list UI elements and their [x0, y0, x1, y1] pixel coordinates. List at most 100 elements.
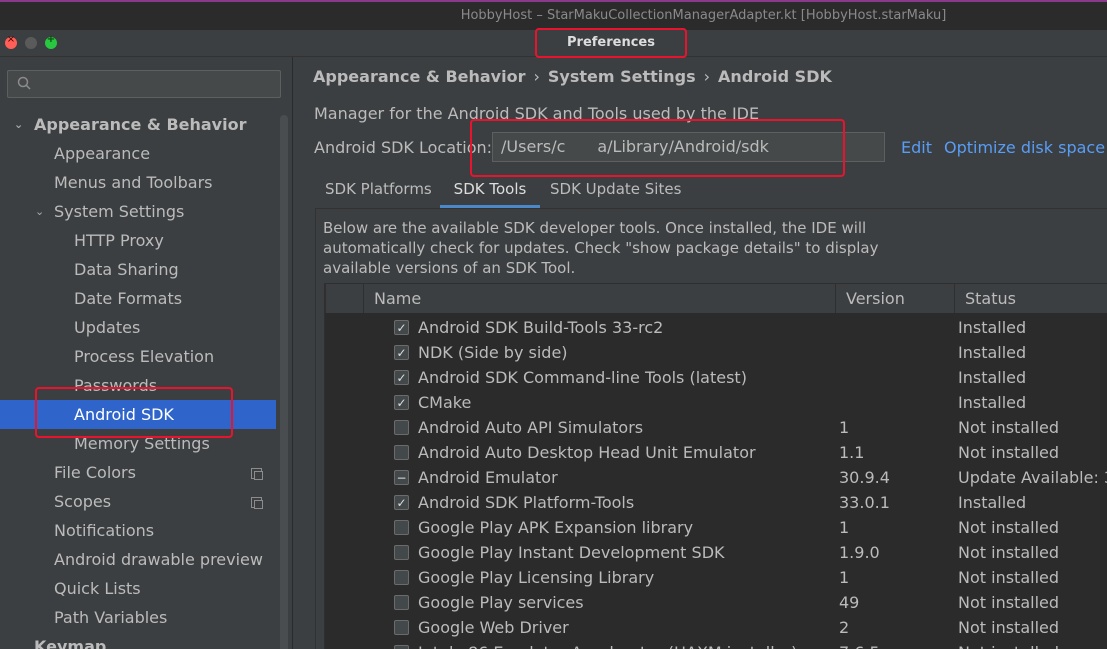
row-status: Not installed — [958, 443, 1060, 462]
column-header-version[interactable]: Version — [835, 284, 954, 313]
table-row[interactable]: − Android Emulator 30.9.4 Update Available:… — [325, 465, 1107, 490]
table-row[interactable]: ✓ CMake Installed — [325, 390, 1107, 415]
sdk-tools-intro: Below are the available SDK developer to… — [323, 219, 879, 277]
checkmark-icon[interactable]: ✓ — [394, 395, 409, 410]
search-input[interactable] — [7, 70, 281, 98]
sidebar-scrollbar[interactable] — [280, 115, 288, 649]
row-name: Android Auto Desktop Head Unit Emulator — [418, 443, 756, 462]
row-version: 30.9.4 — [839, 468, 890, 487]
main-panel: Appearance & Behavior › System Settings › An… — [293, 57, 1107, 649]
row-name: Google Play Instant Development SDK — [418, 543, 725, 562]
table-row[interactable]: Google Play Licensing Library 1 Not instal… — [325, 565, 1107, 590]
row-name: Android SDK Platform-Tools — [418, 493, 635, 512]
sdk-location-field[interactable]: /Users/c a/Library/Android/sdk — [492, 132, 885, 162]
sidebar-item-keymap[interactable]: Keymap — [0, 632, 276, 649]
sidebar-item-http-proxy[interactable]: HTTP Proxy — [0, 226, 276, 255]
checkbox[interactable] — [394, 620, 409, 635]
sidebar-item-android-sdk[interactable]: Android SDK — [0, 400, 276, 429]
copy-icon — [251, 497, 263, 509]
dialog-titlebar: × + Preferences — [0, 30, 1107, 57]
row-status: Installed — [958, 393, 1027, 412]
column-header-select[interactable] — [325, 284, 363, 313]
checkmark-icon[interactable]: ✓ — [394, 345, 409, 360]
sidebar-item-android-drawable-preview[interactable]: Android drawable preview — [0, 545, 276, 574]
checkmark-icon[interactable]: ✓ — [394, 320, 409, 335]
row-name: Google Play Licensing Library — [418, 568, 655, 587]
table-row[interactable]: Google Play APK Expansion library 1 Not in… — [325, 515, 1107, 540]
column-header-name[interactable]: Name — [363, 284, 835, 313]
page-description: Manager for the Android SDK and Tools us… — [314, 104, 760, 123]
search-icon — [17, 76, 31, 90]
breadcrumb-item: System Settings — [547, 67, 696, 86]
checkbox[interactable] — [394, 570, 409, 585]
sidebar-item-system-settings[interactable]: ⌄ System Settings — [0, 197, 276, 226]
row-status: Not installed — [958, 418, 1060, 437]
row-version: 1 — [839, 568, 850, 587]
sidebar-item-data-sharing[interactable]: Data Sharing — [0, 255, 276, 284]
sidebar-item-file-colors[interactable]: File Colors — [0, 458, 276, 487]
checkbox[interactable] — [394, 545, 409, 560]
checkmark-icon[interactable]: ✓ — [394, 495, 409, 510]
edit-link[interactable]: Edit — [901, 138, 932, 157]
table-row[interactable]: Google Play services 49 Not installed — [325, 590, 1107, 615]
column-header-status[interactable]: Status — [954, 284, 1107, 313]
optimize-disk-space-link[interactable]: Optimize disk space — [944, 138, 1105, 157]
row-name: Intel x86 Emulator Accelerator (HAXM ins… — [418, 640, 797, 649]
checkmark-icon[interactable]: ✓ — [394, 370, 409, 385]
table-row[interactable]: ✓ NDK (Side by side) Installed — [325, 340, 1107, 365]
sidebar-item-memory-settings[interactable]: Memory Settings — [0, 429, 276, 458]
checkbox[interactable] — [394, 445, 409, 460]
dialog-title: Preferences — [567, 35, 655, 50]
row-version: 1 — [839, 418, 850, 437]
ide-window-title: HobbyHost – StarMakuCollectionManagerAda… — [460, 8, 947, 23]
chevron-down-icon[interactable]: ⌄ — [14, 110, 23, 139]
table-row[interactable]: Intel x86 Emulator Accelerator (HAXM ins… — [325, 640, 1107, 649]
row-version: 1.9.0 — [839, 543, 880, 562]
table-row[interactable]: Google Play Instant Development SDK 1.9.0… — [325, 540, 1107, 565]
sidebar-item-path-variables[interactable]: Path Variables — [0, 603, 276, 632]
table-row[interactable]: Android Auto Desktop Head Unit Emulator 1… — [325, 440, 1107, 465]
sidebar-item-date-formats[interactable]: Date Formats — [0, 284, 276, 313]
minus-icon[interactable]: − — [394, 470, 409, 485]
tab-sdk-tools[interactable]: SDK Tools — [440, 170, 540, 208]
checkbox[interactable] — [394, 645, 409, 649]
sidebar-item-process-elevation[interactable]: Process Elevation — [0, 342, 276, 371]
checkbox[interactable] — [394, 420, 409, 435]
tab-sdk-platforms[interactable]: SDK Platforms — [325, 170, 432, 208]
breadcrumb-item: Appearance & Behavior — [313, 67, 526, 86]
sidebar-item-updates[interactable]: Updates — [0, 313, 276, 342]
sidebar-item-scopes[interactable]: Scopes — [0, 487, 276, 516]
sidebar-item-appearance-behavior[interactable]: ⌄ Appearance & Behavior — [0, 110, 276, 139]
sidebar-item-passwords[interactable]: Passwords — [0, 371, 276, 400]
table-body: ✓ Android SDK Build-Tools 33-rc2 Installed… — [325, 313, 1107, 649]
row-version: 33.0.1 — [839, 493, 890, 512]
checkbox[interactable] — [394, 595, 409, 610]
table-row[interactable]: Android Auto API Simulators 1 Not installe… — [325, 415, 1107, 440]
table-row[interactable]: ✓ Android SDK Build-Tools 33-rc2 Installed — [325, 315, 1107, 340]
table-row[interactable]: Google Web Driver 2 Not installed — [325, 615, 1107, 640]
sdk-location-label: Android SDK Location: — [314, 138, 493, 157]
sidebar-item-quick-lists[interactable]: Quick Lists — [0, 574, 276, 603]
table-row[interactable]: ✓ Android SDK Command-line Tools (latest)… — [325, 365, 1107, 390]
sidebar-item-appearance[interactable]: Appearance — [0, 139, 276, 168]
row-version: 2 — [839, 618, 850, 637]
row-status: Update Available: 31. — [958, 468, 1107, 487]
chevron-down-icon[interactable]: ⌄ — [35, 197, 44, 226]
sidebar-item-notifications[interactable]: Notifications — [0, 516, 276, 545]
table-row[interactable]: ✓ Android SDK Platform-Tools 33.0.1 Install… — [325, 490, 1107, 515]
row-status: Installed — [958, 368, 1027, 387]
row-name: Google Play APK Expansion library — [418, 518, 694, 537]
row-name: NDK (Side by side) — [418, 343, 568, 362]
row-status: Installed — [958, 318, 1027, 337]
checkbox[interactable] — [394, 520, 409, 535]
row-name: Android SDK Command-line Tools (latest) — [418, 368, 747, 387]
copy-icon — [251, 468, 263, 480]
row-status: Installed — [958, 343, 1027, 362]
chevron-right-icon: › — [533, 67, 540, 86]
sidebar-item-menus-toolbars[interactable]: Menus and Toolbars — [0, 168, 276, 197]
row-version: 49 — [839, 593, 860, 612]
row-name: CMake — [418, 393, 472, 412]
tab-sdk-update-sites[interactable]: SDK Update Sites — [550, 170, 681, 208]
sdk-tools-table: Name Version Status ✓ Android SDK Build-T… — [324, 283, 1107, 649]
row-version: 1.1 — [839, 443, 865, 462]
